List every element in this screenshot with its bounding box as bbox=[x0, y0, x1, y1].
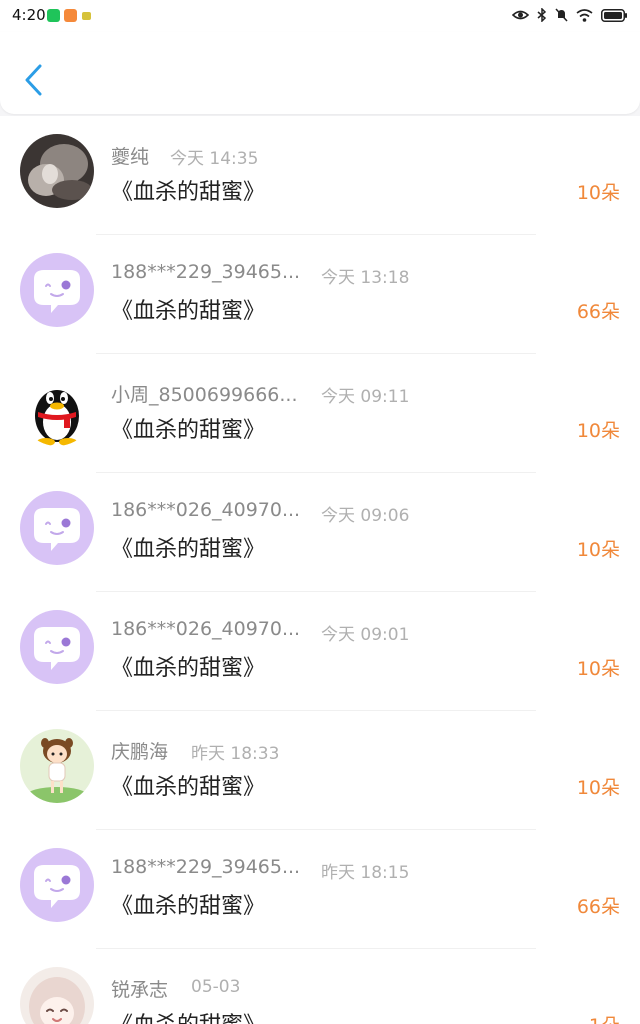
flower-amount: 10朵 bbox=[576, 182, 620, 204]
wechat-icon bbox=[47, 9, 60, 22]
default-avatar-icon bbox=[20, 491, 94, 565]
book-title: 《血杀的甜蜜》 bbox=[111, 418, 266, 443]
avatar[interactable] bbox=[20, 491, 94, 565]
avatar[interactable] bbox=[20, 253, 94, 327]
flower-amount: 10朵 bbox=[576, 658, 620, 680]
book-title: 《血杀的甜蜜》 bbox=[111, 180, 266, 205]
book-title: 《血杀的甜蜜》 bbox=[111, 894, 266, 919]
default-avatar-icon bbox=[20, 253, 94, 327]
list-item[interactable]: 夔纯 今天 14:35 《血杀的甜蜜》 10朵 bbox=[0, 116, 640, 235]
header-bar bbox=[0, 32, 640, 114]
sender-name: 186***026_40970... bbox=[111, 618, 301, 640]
avatar[interactable] bbox=[20, 729, 94, 803]
book-title: 《血杀的甜蜜》 bbox=[111, 775, 266, 800]
mute-icon bbox=[555, 8, 568, 22]
avatar[interactable] bbox=[20, 610, 94, 684]
book-title: 《血杀的甜蜜》 bbox=[111, 537, 266, 562]
status-bar: 4:20 bbox=[0, 0, 640, 32]
book-title: 《血杀的甜蜜》 bbox=[111, 656, 266, 681]
flower-amount: 10朵 bbox=[576, 420, 620, 442]
photo-avatar-icon bbox=[20, 134, 94, 208]
send-time: 05-03 bbox=[191, 977, 241, 997]
flower-amount: 10朵 bbox=[576, 539, 620, 561]
bluetooth-icon bbox=[537, 8, 547, 22]
sender-name: 188***229_39465... bbox=[111, 261, 301, 283]
flower-amount: 10朵 bbox=[576, 777, 620, 799]
status-time: 4:20 bbox=[12, 6, 46, 24]
send-time: 今天 09:01 bbox=[321, 625, 410, 645]
send-time: 昨天 18:15 bbox=[321, 863, 410, 883]
list-item[interactable]: 188***229_39465... 昨天 18:15 《血杀的甜蜜》 66朵 bbox=[0, 830, 640, 949]
avatar[interactable] bbox=[20, 848, 94, 922]
flower-amount: 66朵 bbox=[576, 301, 620, 323]
send-time: 今天 14:35 bbox=[170, 149, 259, 169]
flower-amount: 66朵 bbox=[576, 896, 620, 918]
back-button[interactable] bbox=[18, 62, 48, 98]
default-avatar-icon bbox=[20, 848, 94, 922]
anime-girl-avatar-icon bbox=[20, 967, 94, 1024]
default-avatar-icon bbox=[20, 610, 94, 684]
list-item[interactable]: 186***026_40970... 今天 09:01 《血杀的甜蜜》 10朵 bbox=[0, 592, 640, 711]
sender-name: 小周_8500699666... bbox=[111, 384, 298, 406]
cartoon-girl-avatar-icon bbox=[20, 729, 94, 803]
flower-amount: 1朵 bbox=[589, 1011, 620, 1024]
send-time: 今天 09:11 bbox=[321, 387, 410, 407]
list-item[interactable]: 锐承志 05-03 《血杀的甜蜜》 1朵 bbox=[0, 949, 640, 1024]
avatar[interactable] bbox=[20, 967, 94, 1024]
sender-name: 188***229_39465... bbox=[111, 856, 301, 878]
list-item[interactable]: 小周_8500699666... 今天 09:11 《血杀的甜蜜》 10朵 bbox=[0, 354, 640, 473]
book-title: 《血杀的甜蜜》 bbox=[111, 299, 266, 324]
battery-icon bbox=[601, 8, 627, 22]
orange-app-icon bbox=[64, 9, 77, 22]
list-item[interactable]: 庆鹏海 昨天 18:33 《血杀的甜蜜》 10朵 bbox=[0, 711, 640, 830]
send-time: 昨天 18:33 bbox=[191, 744, 280, 764]
gift-record-list: 夔纯 今天 14:35 《血杀的甜蜜》 10朵 188***229_39465.… bbox=[0, 116, 640, 1024]
avatar[interactable] bbox=[20, 372, 94, 446]
list-item[interactable]: 188***229_39465... 今天 13:18 《血杀的甜蜜》 66朵 bbox=[0, 235, 640, 354]
chevron-left-icon bbox=[25, 64, 42, 96]
small-app-icon bbox=[82, 12, 91, 20]
wifi-icon bbox=[576, 8, 593, 22]
send-time: 今天 09:06 bbox=[321, 506, 410, 526]
avatar[interactable] bbox=[20, 134, 94, 208]
sender-name: 186***026_40970... bbox=[111, 499, 301, 521]
send-time: 今天 13:18 bbox=[321, 268, 410, 288]
eye-icon bbox=[512, 10, 529, 20]
list-item[interactable]: 186***026_40970... 今天 09:06 《血杀的甜蜜》 10朵 bbox=[0, 473, 640, 592]
book-title: 《血杀的甜蜜》 bbox=[111, 1007, 265, 1024]
qq-penguin-avatar-icon bbox=[20, 372, 94, 446]
